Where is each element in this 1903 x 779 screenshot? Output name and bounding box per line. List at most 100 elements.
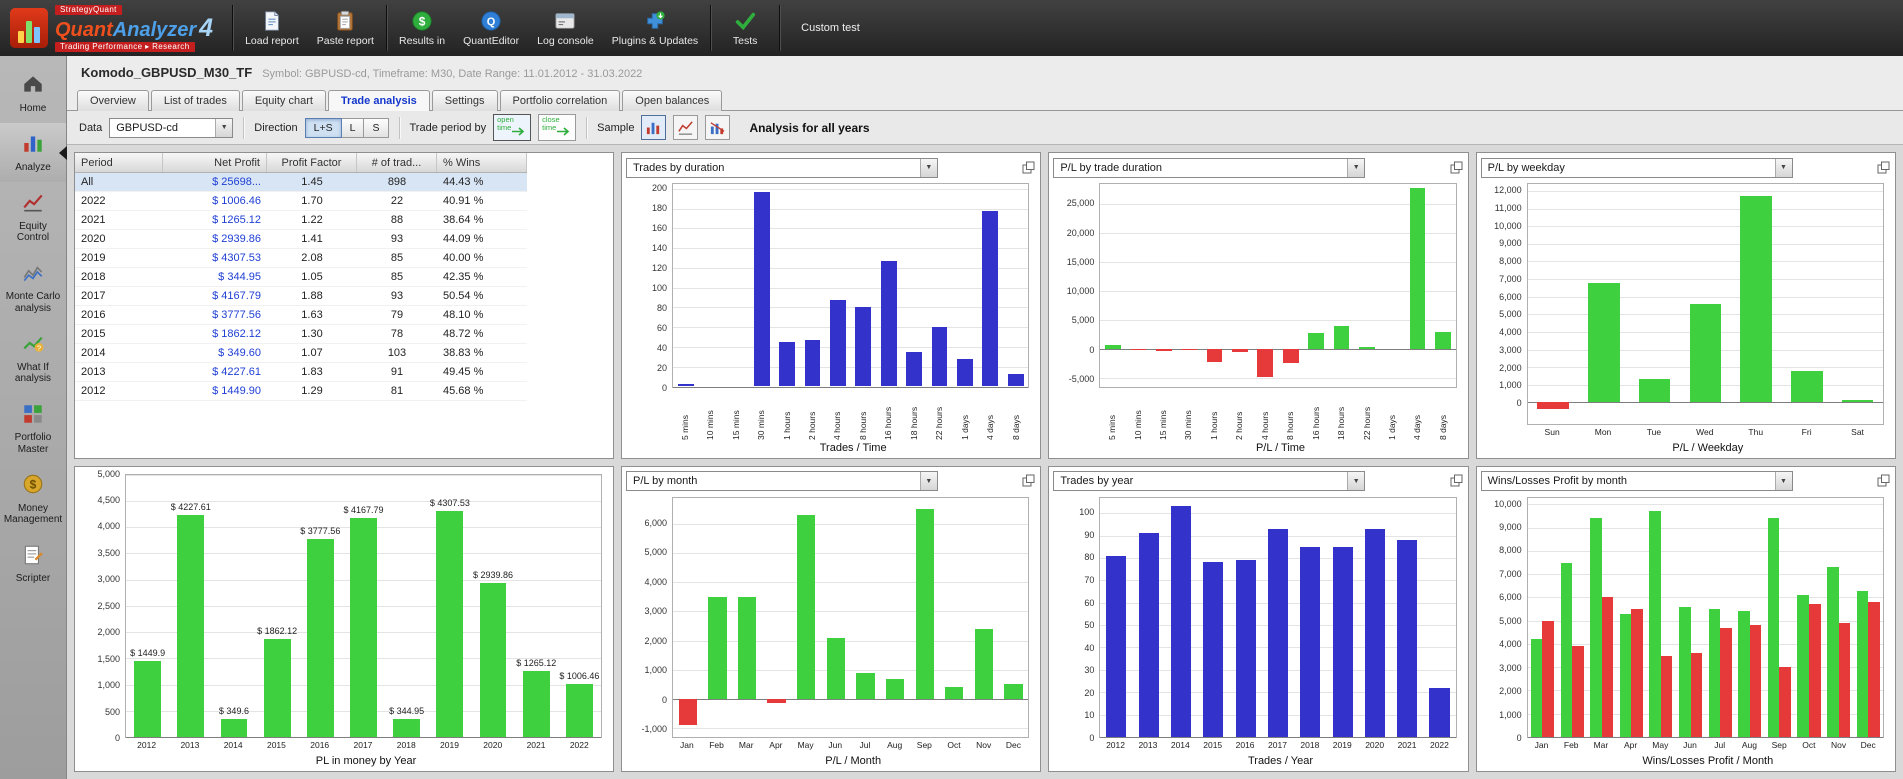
x-tick-label: 30 mins (756, 409, 767, 440)
expand-icon[interactable] (1876, 161, 1891, 175)
table-row-2021[interactable]: 2021 $ 1265.12 1.22 88 38.64 % (75, 211, 527, 230)
gridline (673, 307, 1029, 309)
bar (779, 342, 796, 387)
load-report-button[interactable]: Load report (236, 0, 308, 56)
bar (945, 687, 964, 700)
chart-type-dropdown[interactable]: Trades by year ▼ (1053, 471, 1366, 491)
bar (753, 191, 770, 387)
product-name: QuantAnalyzer 4 (55, 13, 214, 42)
bar (177, 515, 205, 737)
table-row-2018[interactable]: 2018 $ 344.95 1.05 85 42.35 % (75, 268, 527, 287)
gridline (1527, 504, 1883, 506)
tab-settings[interactable]: Settings (431, 90, 498, 111)
open-time-button[interactable]: open time (493, 114, 532, 141)
chart-type-dropdown[interactable]: P/L by weekday ▼ (1480, 157, 1793, 178)
sidebar-item-label: Money Management (3, 502, 63, 526)
expand-icon[interactable] (1021, 474, 1036, 488)
y-tick-label: 80 (1084, 552, 1095, 563)
log-console-button[interactable]: Log console (528, 0, 603, 56)
tab-overview[interactable]: Overview (77, 90, 149, 111)
toolbar-separator (710, 5, 712, 51)
paste-report-button[interactable]: Paste report (308, 0, 383, 56)
y-tick-label: 0 (661, 382, 667, 393)
bar (1358, 346, 1375, 349)
sidebar-item-scripter[interactable]: Scripter (0, 535, 66, 594)
bar (1397, 540, 1418, 737)
sample-option-2-button[interactable] (673, 115, 699, 140)
plugins-updates-button[interactable]: Plugins & Updates (603, 0, 707, 56)
filter-separator (398, 116, 400, 139)
sidebar-item-portfolio-master[interactable]: Portfolio Master (0, 394, 66, 465)
table-row-2015[interactable]: 2015 $ 1862.12 1.30 78 48.72 % (75, 325, 527, 344)
column-header-profit-factor[interactable]: Profit Factor (267, 153, 357, 172)
gridline (673, 287, 1029, 289)
chart-type-dropdown[interactable]: Wins/Losses Profit by month ▼ (1480, 471, 1793, 491)
tab-portfolio-correlation[interactable]: Portfolio correlation (499, 90, 621, 111)
table-row-2019[interactable]: 2019 $ 4307.53 2.08 85 40.00 % (75, 249, 527, 268)
sidebar: Home Analyze Equity Control Monte Carlo ana… (0, 56, 67, 779)
sidebar-item-what-if-analysis[interactable]: ? What If analysis (0, 323, 66, 394)
profit-factor-cell: 1.41 (301, 233, 323, 245)
column-header-period[interactable]: Period (75, 153, 163, 172)
sidebar-item-equity-control[interactable]: Equity Control (0, 182, 66, 253)
x-tick-label: 22 hours (1361, 406, 1372, 440)
sidebar-item-monte-carlo-analysis[interactable]: Monte Carlo analysis (0, 253, 66, 324)
sample-option-3-button[interactable] (705, 115, 731, 140)
sidebar-item-money-management[interactable]: $ Money Management (0, 464, 66, 535)
gridline (1100, 262, 1456, 264)
sidebar-item-home[interactable]: Home (0, 64, 66, 123)
direction-ls-button[interactable]: L+S (304, 117, 342, 138)
tab-trade-analysis[interactable]: Trade analysis (327, 90, 430, 111)
tab-equity-chart[interactable]: Equity chart (241, 90, 326, 111)
column-header-net-profit[interactable]: Net Profit (163, 153, 267, 172)
chart-type-dropdown[interactable]: P/L by trade duration ▼ (1053, 157, 1366, 178)
column-header-num-trades[interactable]: # of trad... (357, 153, 437, 172)
direction-long-button[interactable]: L (341, 117, 365, 138)
table-row-2014[interactable]: 2014 $ 349.60 1.07 103 38.83 % (75, 344, 527, 363)
expand-icon[interactable] (1449, 474, 1464, 488)
bar-value-label: $ 4227.61 (170, 502, 211, 513)
pct-wins-cell: 44.09 % (443, 233, 484, 245)
table-row-2013[interactable]: 2013 $ 4227.61 1.83 91 49.45 % (75, 363, 527, 382)
bar (1232, 348, 1248, 352)
panel-header: Wins/Losses Profit by month ▼ (1480, 471, 1891, 492)
x-tick-label: 1 hours (1208, 411, 1219, 440)
data-dropdown-value: GBPUSD-cd (116, 121, 178, 134)
table-row-2020[interactable]: 2020 $ 2939.86 1.41 93 44.09 % (75, 230, 527, 249)
x-tick-label: 16 hours (883, 406, 894, 440)
period-cell: 2014 (81, 347, 106, 359)
trades-by-duration-chart: 0 20 40 60 80 100 120 140 160 180 200 5 mins 10 mins… (626, 180, 1036, 456)
tab-open-balances[interactable]: Open balances (622, 90, 723, 111)
chevron-down-icon: ▼ (215, 118, 233, 137)
results-in-button[interactable]: $ Results in (390, 0, 454, 56)
sidebar-item-analyze[interactable]: Analyze (0, 123, 66, 182)
column-header-pct-wins[interactable]: % Wins (437, 153, 527, 172)
trade-period-label: Trade period by (409, 121, 487, 134)
table-row-2012[interactable]: 2012 $ 1449.90 1.29 81 45.68 % (75, 382, 527, 401)
close-time-button[interactable]: close time (538, 114, 577, 141)
expand-icon[interactable] (1021, 161, 1036, 175)
expand-icon[interactable] (1449, 161, 1464, 175)
x-axis-title: P/L / Month (825, 755, 882, 767)
period-cell: 2022 (81, 195, 106, 207)
tab-bar: Overview List of trades Equity chart Trade … (67, 84, 1903, 111)
table-row-2017[interactable]: 2017 $ 4167.79 1.88 93 50.54 % (75, 287, 527, 306)
data-dropdown[interactable]: GBPUSD-cd ▼ (109, 117, 234, 138)
table-row-2022[interactable]: 2022 $ 1006.46 1.70 22 40.91 % (75, 192, 527, 211)
table-row-all[interactable]: All $ 25698... 1.45 898 44.43 % (75, 173, 527, 192)
chart-type-dropdown[interactable]: P/L by month ▼ (626, 471, 938, 491)
plot: $ 1449.9 $ 4227.61 $ 349.6 $ 1862.12 $ 3777.… (125, 473, 602, 738)
bar (1429, 687, 1450, 737)
expand-icon[interactable] (1876, 474, 1891, 488)
sample-option-1-button[interactable] (641, 115, 667, 140)
chart-type-dropdown[interactable]: Trades by duration ▼ (626, 157, 938, 178)
bar (830, 299, 846, 387)
bar (708, 596, 727, 700)
custom-test-button[interactable]: Custom test (783, 0, 878, 56)
tab-list-of-trades[interactable]: List of trades (150, 90, 240, 111)
direction-short-button[interactable]: S (364, 117, 389, 138)
table-row-2016[interactable]: 2016 $ 3777.56 1.63 79 48.10 % (75, 306, 527, 325)
quanteditor-button[interactable]: Q QuantEditor (454, 0, 528, 56)
filter-separator (243, 116, 245, 139)
tests-button[interactable]: Tests (714, 0, 776, 56)
